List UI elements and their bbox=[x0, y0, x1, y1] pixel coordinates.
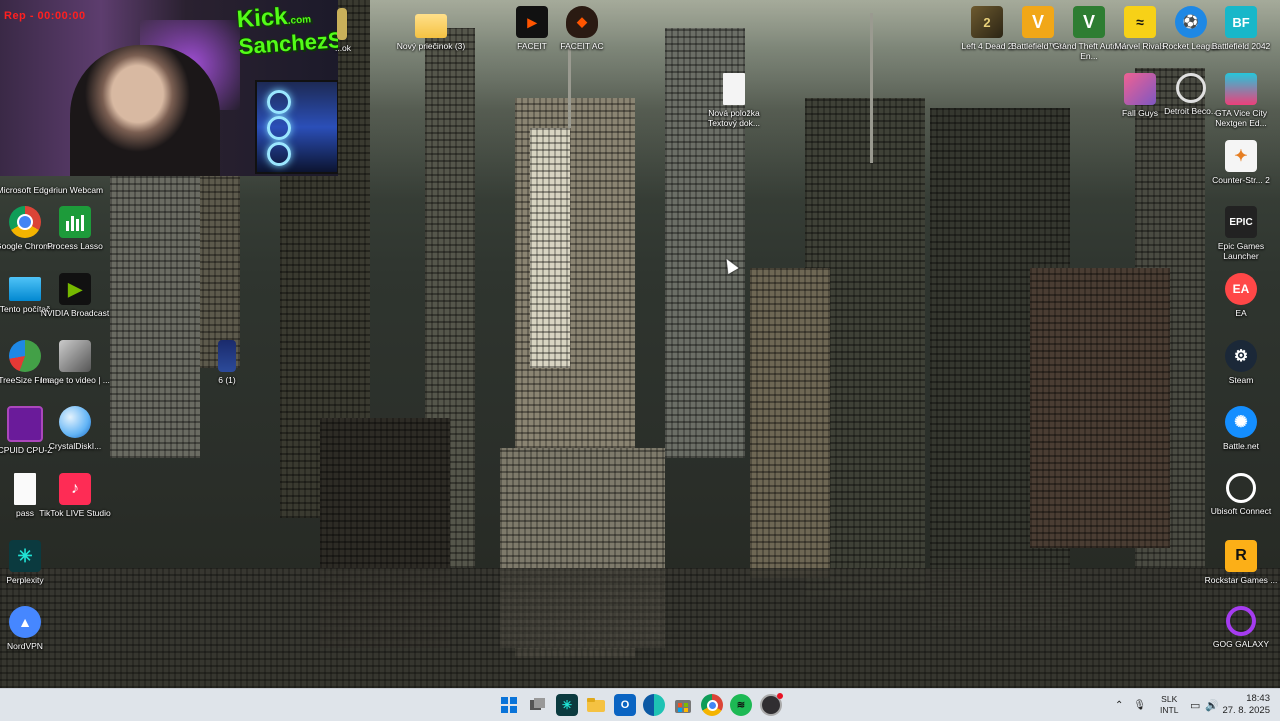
fan-icon bbox=[267, 142, 291, 166]
detroit-icon bbox=[1176, 73, 1206, 103]
chrome-icon bbox=[9, 206, 41, 238]
taskbar: ✳ O ≋ ⌃ 🎙 SLK INTL ▭ 🔊 18:43 27. 8. 2025 bbox=[0, 688, 1280, 721]
desktop-icon-new-folder-3[interactable]: Nový priečinok (3) bbox=[394, 8, 468, 51]
wallpaper-building bbox=[750, 268, 830, 578]
desktop-icon-iriun-webcam[interactable]: Iriun Webcam bbox=[40, 150, 114, 195]
gta-vc-icon bbox=[1225, 73, 1257, 105]
image-file-icon bbox=[218, 340, 236, 372]
task-view-icon[interactable] bbox=[527, 694, 549, 716]
wallpaper-antenna bbox=[568, 48, 571, 128]
text-file-icon bbox=[14, 473, 36, 505]
fall-guys-icon bbox=[1124, 73, 1156, 105]
fan-icon bbox=[267, 116, 291, 140]
wallpaper-building bbox=[0, 568, 1280, 688]
desktop-icon-6-1[interactable]: 6 (1) bbox=[190, 340, 264, 385]
crystaldisk-icon bbox=[59, 406, 91, 438]
steam-icon: ⚙ bbox=[1225, 340, 1257, 372]
gog-icon bbox=[1226, 606, 1256, 636]
nvidia-broadcast-icon: ▶ bbox=[59, 273, 91, 305]
desktop-icon-process-lasso[interactable]: Process Lasso bbox=[38, 206, 112, 251]
desktop-icon-crystaldisk[interactable]: CrystalDiskI... bbox=[38, 406, 112, 451]
tray-chevron-up-icon[interactable]: ⌃ bbox=[1115, 700, 1123, 711]
l4d2-icon: 2 bbox=[971, 6, 1003, 38]
this-pc-icon bbox=[9, 277, 41, 301]
desktop-icon-nvidia-broadcast[interactable]: ▶ NVIDIA Broadcast bbox=[38, 273, 112, 318]
folder-icon bbox=[415, 14, 447, 38]
bf2042-icon: BF bbox=[1225, 6, 1257, 38]
spotify-icon[interactable]: ≋ bbox=[730, 694, 752, 716]
text-file-icon bbox=[723, 73, 745, 105]
taskbar-clock[interactable]: 18:43 27. 8. 2025 bbox=[1222, 693, 1270, 717]
desktop-icon-faceit-ac[interactable]: ◆ FACEIT AC bbox=[545, 6, 619, 51]
faceit-icon: ▸ bbox=[516, 6, 548, 38]
gta-v-icon: V bbox=[1073, 6, 1105, 38]
file-explorer-icon[interactable] bbox=[585, 694, 607, 716]
desktop-icon-new-text-doc[interactable]: Nová položka Textový dok... bbox=[697, 73, 771, 128]
quick-settings[interactable]: ▭ 🔊 bbox=[1190, 689, 1219, 721]
start-icon[interactable] bbox=[498, 694, 520, 716]
battlenet-icon: ✺ bbox=[1225, 406, 1257, 438]
ea-icon: EA bbox=[1225, 273, 1257, 305]
ubisoft-icon bbox=[1226, 473, 1256, 503]
desktop-icon-battle-net[interactable]: ✺ Battle.net bbox=[1204, 406, 1278, 451]
marvel-rivals-icon: ≈ bbox=[1124, 6, 1156, 38]
desktop-icon-ubisoft-connect[interactable]: Ubisoft Connect bbox=[1204, 473, 1278, 516]
rockstar-icon: R bbox=[1225, 540, 1257, 572]
desktop-icon-epic-games[interactable]: EPIC Epic Games Launcher bbox=[1204, 206, 1278, 261]
treesize-icon bbox=[9, 340, 41, 372]
wallpaper-building bbox=[110, 128, 200, 458]
language-indicator[interactable]: SLK INTL bbox=[1160, 694, 1178, 716]
wallpaper-building bbox=[530, 128, 570, 368]
clock-time: 18:43 bbox=[1246, 693, 1270, 704]
wallpaper-building bbox=[1030, 268, 1170, 548]
network-icon: ▭ bbox=[1190, 699, 1201, 712]
desktop-icon-tiktok-live[interactable]: ♪ TikTok LIVE Studio bbox=[38, 473, 112, 518]
desktop-icon-steam[interactable]: ⚙ Steam bbox=[1204, 340, 1278, 385]
obs-icon[interactable] bbox=[760, 693, 783, 716]
desktop-icon-counter-strike-2[interactable]: ✦ Counter-Str... 2 bbox=[1204, 140, 1278, 185]
epic-icon: EPIC bbox=[1225, 206, 1257, 238]
desktop-icon-rockstar-games[interactable]: R Rockstar Games ... bbox=[1204, 540, 1278, 585]
widget-app-icon[interactable]: ✳ bbox=[556, 694, 578, 716]
chrome-icon[interactable] bbox=[701, 694, 723, 716]
edge-icon[interactable] bbox=[643, 694, 665, 716]
cs2-icon: ✦ bbox=[1225, 140, 1257, 172]
process-lasso-icon bbox=[59, 206, 91, 238]
perplexity-icon: ✳ bbox=[9, 540, 41, 572]
desktop-icon-nordvpn[interactable]: ▲ NordVPN bbox=[0, 606, 62, 651]
nordvpn-icon: ▲ bbox=[9, 606, 41, 638]
store-icon[interactable] bbox=[672, 694, 694, 716]
desktop-icon-ea[interactable]: EA EA bbox=[1204, 273, 1278, 318]
microphone-icon[interactable]: 🎙 bbox=[1133, 700, 1146, 711]
desktop-icon-gta-vice-city[interactable]: GTA Vice City Nextgen Ed... bbox=[1204, 73, 1278, 128]
desktop-icon-image-to-video[interactable]: Image to video | ... bbox=[38, 340, 112, 385]
webcam-pc-case bbox=[255, 80, 338, 174]
desktop-icon-battlefield-2042[interactable]: BF Battlefield 2042 bbox=[1204, 6, 1278, 51]
image-to-video-icon bbox=[59, 340, 91, 372]
desktop-icon-gog-galaxy[interactable]: GOG GALAXY bbox=[1204, 606, 1278, 649]
desktop-icon-partial[interactable]: ...ok bbox=[305, 8, 379, 53]
fan-icon bbox=[267, 90, 291, 114]
rocket-league-icon: ⚽ bbox=[1175, 6, 1207, 38]
volume-icon: 🔊 bbox=[1205, 699, 1220, 712]
wallpaper-antenna bbox=[870, 13, 873, 163]
tiktok-icon: ♪ bbox=[59, 473, 91, 505]
generic-icon bbox=[337, 8, 347, 40]
faceit-ac-icon: ◆ bbox=[566, 6, 598, 38]
battlefield-v-icon: V bbox=[1022, 6, 1054, 38]
system-tray: ⌃ 🎙 bbox=[1115, 689, 1146, 721]
clock-date: 27. 8. 2025 bbox=[1222, 705, 1270, 716]
outlook-icon[interactable]: O bbox=[614, 694, 636, 716]
desktop-icon-perplexity[interactable]: ✳ Perplexity bbox=[0, 540, 62, 585]
recording-indicator: Rep - 00:00:00 bbox=[4, 10, 86, 22]
